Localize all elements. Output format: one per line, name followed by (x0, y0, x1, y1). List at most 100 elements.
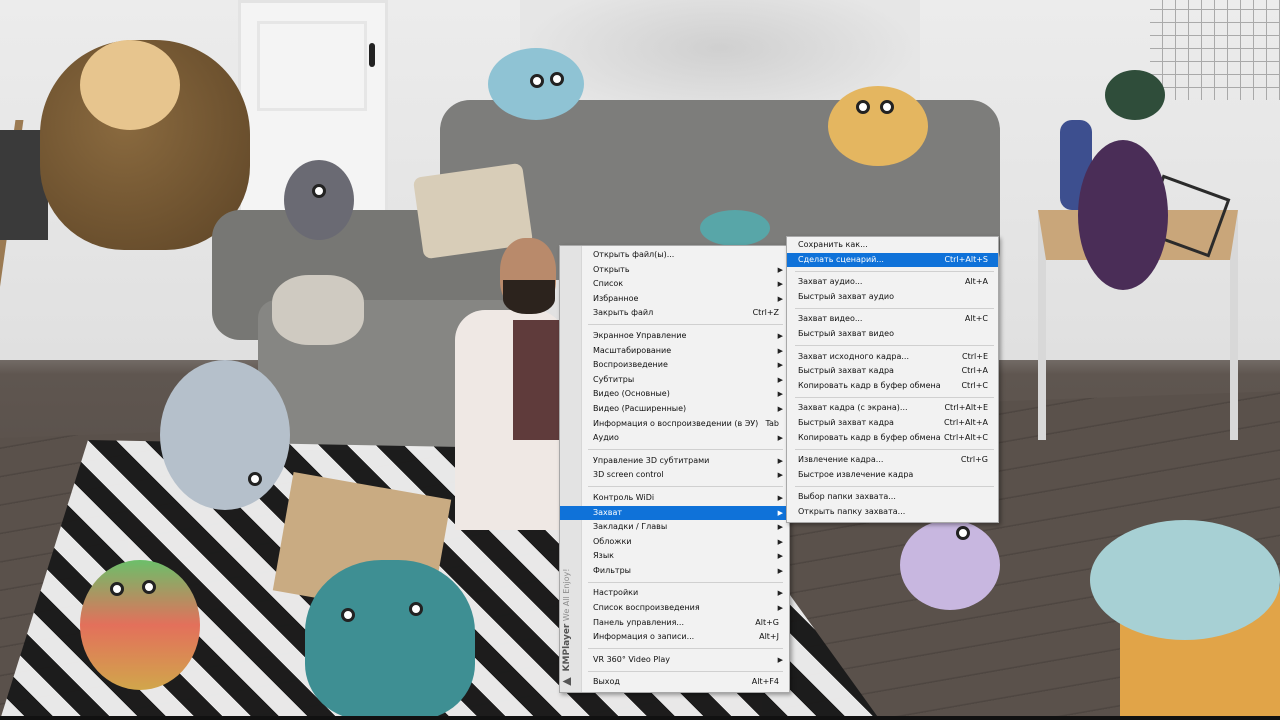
main-menu-item-label: Список (593, 279, 624, 289)
main-menu-item[interactable]: Настройки ▶ (560, 586, 789, 601)
main-menu-item-label: Информация о воспроизведении (в ЭУ) (593, 418, 759, 428)
chevron-right-icon: ▶ (777, 589, 783, 598)
cartoon-cat-sleeping (1090, 520, 1280, 640)
main-menu-item[interactable]: Видео (Основные) ▶ (560, 387, 789, 402)
chevron-right-icon: ▶ (777, 346, 783, 355)
main-menu-item[interactable]: Язык ▶ (560, 549, 789, 564)
capture-menu-item[interactable]: Быстрый захват кадра Ctrl+A (787, 364, 998, 379)
cartoon-cat-antlers (284, 160, 354, 240)
main-menu-item[interactable]: Панель управления... Alt+G (560, 616, 789, 631)
main-menu-item[interactable]: Обложки ▶ (560, 535, 789, 550)
person-shirt (513, 320, 561, 440)
cartoon-cat-rainbow (80, 560, 200, 690)
main-menu-item[interactable]: Информация о воспроизведении (в ЭУ) Tab (560, 417, 789, 432)
cartoon-cat-ninja (305, 560, 475, 720)
person-beard (503, 280, 555, 314)
main-menu-item[interactable]: Избранное ▶ (560, 292, 789, 307)
main-menu-item[interactable]: Воспроизведение ▶ (560, 358, 789, 373)
main-menu-item-label: Панель управления... (593, 617, 685, 627)
shortcut-hint: Alt+G (755, 617, 779, 627)
capture-menu-item[interactable]: Сохранить как... (787, 238, 998, 253)
capture-menu-item-label: Копировать кадр в буфер обмена (798, 432, 941, 442)
capture-menu-item-label: Захват аудио... (798, 277, 863, 287)
main-menu-item[interactable]: 3D screen control ▶ (560, 468, 789, 483)
main-menu-item-label: Закрыть файл (593, 308, 654, 318)
main-menu-item-label: Захват (593, 507, 623, 517)
main-menu-item[interactable]: Закрыть файл Ctrl+Z (560, 306, 789, 321)
shortcut-hint: Ctrl+G (960, 455, 988, 465)
capture-menu-item[interactable]: Открыть папку захвата... (787, 505, 998, 520)
chevron-right-icon: ▶ (777, 375, 783, 384)
capture-menu-item[interactable]: Быстрый захват видео (787, 327, 998, 342)
capture-menu-item-label: Открыть папку захвата... (798, 506, 906, 516)
shortcut-hint: Ctrl+Alt+C (943, 432, 988, 442)
capture-menu-item-label: Быстрый захват аудио (798, 291, 894, 301)
menu-separator (795, 448, 994, 450)
capture-menu-item-label: Выбор папки захвата... (798, 492, 896, 502)
menu-separator (588, 648, 783, 650)
main-menu-item-label: Масштабирование (593, 345, 672, 355)
chevron-right-icon: ▶ (777, 537, 783, 546)
shortcut-hint: Alt+A (964, 277, 988, 287)
capture-menu-item[interactable]: Захват исходного кадра... Ctrl+E (787, 350, 998, 365)
capture-menu-item[interactable]: Быстрый захват кадра Ctrl+Alt+A (787, 416, 998, 431)
main-menu-item[interactable]: Экранное Управление ▶ (560, 329, 789, 344)
chevron-right-icon: ▶ (777, 508, 783, 517)
main-menu-item[interactable]: Захват ▶ (560, 505, 789, 521)
chevron-right-icon: ▶ (777, 434, 783, 443)
cartoon-cat-gray (160, 360, 290, 510)
capture-menu-item[interactable]: Сделать сценарий... Ctrl+Alt+S (787, 252, 998, 268)
cartoon-cat-teal (700, 210, 770, 246)
capture-menu-item[interactable]: Копировать кадр в буфер обмена Ctrl+Alt+C (787, 431, 998, 446)
shortcut-hint: Alt+F4 (751, 677, 779, 687)
main-menu-item[interactable]: Субтитры ▶ (560, 373, 789, 388)
main-menu-item-label: Видео (Расширенные) (593, 403, 687, 413)
main-menu-item[interactable]: Выход Alt+F4 (560, 675, 789, 690)
main-menu-item-label: Воспроизведение (593, 360, 668, 370)
main-menu-item[interactable]: Аудио ▶ (560, 431, 789, 446)
door-handle (369, 43, 375, 67)
main-menu-item-label: Список воспроизведения (593, 603, 700, 613)
main-menu-item[interactable]: Контроль WiDi ▶ (560, 491, 789, 506)
cartoon-cat-lavender (900, 520, 1000, 610)
main-menu-item-label: Управление 3D субтитрами (593, 455, 710, 465)
main-menu-item-label: 3D screen control (593, 470, 664, 480)
capture-menu-item[interactable]: Выбор папки захвата... (787, 490, 998, 505)
menu-separator (588, 486, 783, 488)
capture-menu-item[interactable]: Копировать кадр в буфер обмена Ctrl+C (787, 379, 998, 394)
shortcut-hint: Ctrl+C (961, 380, 988, 390)
main-menu-item-label: Язык (593, 551, 614, 561)
capture-menu-item[interactable]: Захват видео... Alt+C (787, 312, 998, 327)
capture-menu-item[interactable]: Захват кадра (с экрана)... Ctrl+Alt+E (787, 401, 998, 416)
main-menu-item[interactable]: Управление 3D субтитрами ▶ (560, 454, 789, 469)
main-menu-item[interactable]: Видео (Расширенные) ▶ (560, 402, 789, 417)
capture-menu-item[interactable]: Захват аудио... Alt+A (787, 275, 998, 290)
main-menu-item[interactable]: Открыть файл(ы)... (560, 248, 789, 263)
round-cushion (272, 275, 364, 345)
menu-separator (795, 345, 994, 347)
cartoon-cat-purple (1078, 140, 1168, 290)
main-menu-item[interactable]: Информация о записи... Alt+J (560, 630, 789, 645)
plant (1105, 70, 1165, 120)
capture-menu-item-label: Быстрый захват видео (798, 328, 894, 338)
menu-separator (588, 449, 783, 451)
capture-submenu-items: Сохранить как... Сделать сценарий... Ctrl+… (787, 238, 998, 520)
capture-menu-item[interactable]: Быстрое извлечение кадра (787, 468, 998, 483)
capture-menu-item[interactable]: Извлечение кадра... Ctrl+G (787, 453, 998, 468)
main-menu-item[interactable]: Список ▶ (560, 277, 789, 292)
capture-menu-item[interactable]: Быстрый захват аудио (787, 290, 998, 305)
main-menu-item[interactable]: Закладки / Главы ▶ (560, 520, 789, 535)
shortcut-hint: Alt+J (759, 632, 779, 642)
main-menu-item[interactable]: Фильтры ▶ (560, 564, 789, 579)
main-menu-item[interactable]: Список воспроизведения ▶ (560, 601, 789, 616)
bottom-edge (0, 716, 1280, 720)
main-menu-item-label: Выход (593, 677, 620, 687)
menu-separator (588, 670, 783, 672)
main-menu-item[interactable]: Открыть ▶ (560, 263, 789, 278)
main-menu-item[interactable]: Масштабирование ▶ (560, 344, 789, 359)
main-menu-item-label: Открыть файл(ы)... (593, 250, 675, 259)
main-menu-item[interactable]: VR 360° Video Play ▶ (560, 653, 789, 668)
capture-menu-item-label: Копировать кадр в буфер обмена (798, 380, 941, 390)
main-menu-item-label: VR 360° Video Play (593, 654, 671, 664)
shortcut-hint: Ctrl+A (961, 366, 988, 376)
